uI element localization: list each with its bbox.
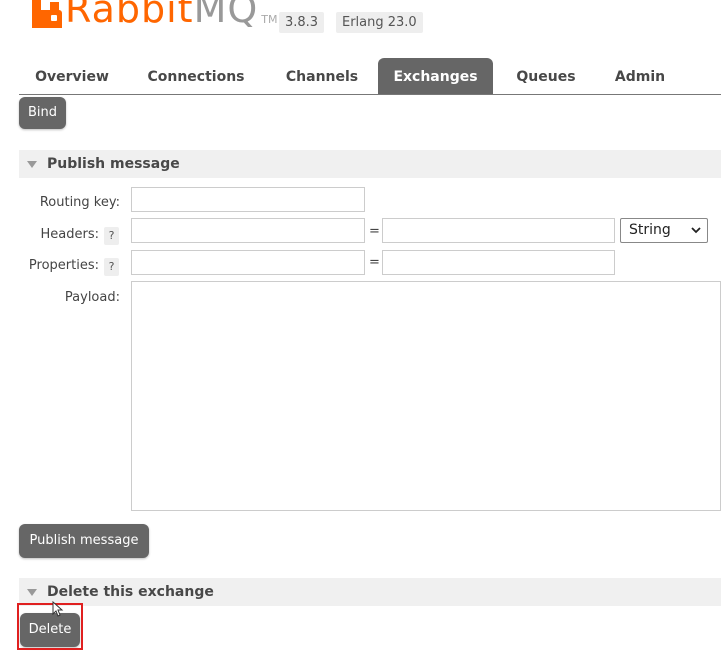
bind-button[interactable]: Bind — [19, 97, 66, 129]
payload-label: Payload: — [64, 290, 120, 305]
tab-overview[interactable]: Overview — [19, 58, 125, 94]
routing-key-label: Routing key: — [39, 195, 120, 210]
publish-message-button[interactable]: Publish message — [19, 524, 149, 558]
delete-exchange-section-header[interactable]: Delete this exchange — [19, 578, 721, 606]
rabbitmq-logo-icon — [32, 0, 62, 28]
headers-equals-sign: = — [369, 224, 380, 239]
delete-button[interactable]: Delete — [20, 613, 80, 647]
main-nav-tabs: Overview Connections Channels Exchanges … — [19, 58, 721, 95]
logo-trademark: TM — [261, 13, 278, 26]
properties-label: Properties: — [28, 258, 99, 273]
payload-textarea[interactable] — [131, 281, 721, 511]
tab-connections[interactable]: Connections — [134, 58, 258, 94]
headers-key-input[interactable] — [131, 218, 365, 243]
headers-value-input[interactable] — [382, 218, 615, 243]
headers-type-selected-value: String — [629, 222, 671, 238]
properties-help-icon[interactable]: ? — [104, 258, 119, 276]
chevron-down-icon — [691, 227, 701, 234]
tab-exchanges[interactable]: Exchanges — [378, 58, 493, 94]
logo-wordmark-secondary: MQ — [193, 0, 259, 31]
properties-value-input[interactable] — [382, 250, 615, 275]
publish-message-section-header[interactable]: Publish message — [19, 150, 721, 178]
properties-key-input[interactable] — [131, 250, 365, 275]
tab-admin[interactable]: Admin — [606, 58, 674, 94]
logo-wordmark: RabbitMQ — [65, 0, 258, 28]
headers-type-select[interactable]: String — [620, 218, 708, 243]
rabbitmq-logo[interactable]: RabbitMQ TM — [32, 0, 277, 28]
delete-exchange-section-title: Delete this exchange — [47, 584, 214, 600]
logo-wordmark-primary: Rabbit — [65, 0, 194, 31]
routing-key-input[interactable] — [131, 187, 365, 212]
version-badge: 3.8.3 — [279, 12, 325, 33]
headers-label: Headers: — [40, 227, 100, 242]
erlang-version-badge: Erlang 23.0 — [336, 12, 423, 33]
properties-equals-sign: = — [369, 255, 380, 270]
triangle-down-icon — [27, 589, 37, 596]
publish-message-section-title: Publish message — [47, 156, 180, 172]
headers-help-icon[interactable]: ? — [104, 227, 119, 245]
triangle-down-icon — [27, 161, 37, 168]
tab-queues[interactable]: Queues — [508, 58, 584, 94]
mouse-cursor-icon — [52, 601, 64, 617]
tab-channels[interactable]: Channels — [271, 58, 373, 94]
